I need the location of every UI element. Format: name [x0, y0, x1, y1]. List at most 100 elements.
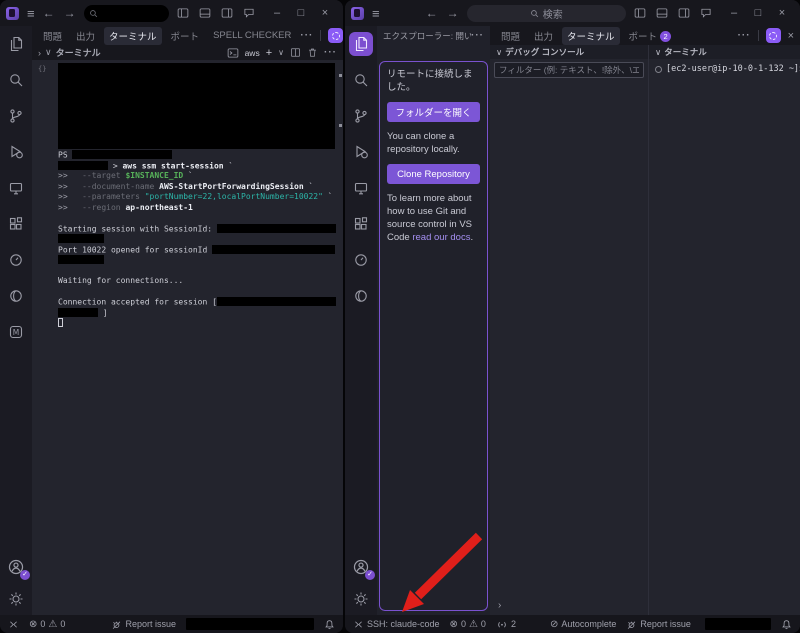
menu-icon[interactable]: ≡	[27, 6, 35, 21]
terminal-line	[58, 266, 337, 277]
remote-explorer-icon[interactable]	[4, 176, 28, 200]
warning-icon: ⚠	[469, 619, 478, 630]
screencast-chip-icon[interactable]	[328, 28, 343, 43]
tab-output[interactable]: 出力	[71, 27, 100, 45]
terminal-line	[58, 213, 337, 224]
redacted-text	[58, 255, 104, 264]
terminal-prompt-line[interactable]: [ec2-user@ip-10-0-1-132 ~]$	[649, 59, 800, 74]
terminal-section-header: › ∨ ターミナル aws + ∨ ···	[32, 45, 343, 60]
back-icon[interactable]: ←	[43, 6, 55, 20]
remote-indicator[interactable]: SSH: claude-code	[353, 619, 440, 630]
terminal-line: >> --document-name AWS-StartPortForwardi…	[58, 182, 337, 193]
layout-sidebar-left-icon[interactable]	[177, 7, 189, 19]
debug-filter-input[interactable]	[494, 62, 644, 78]
terminal-dropdown-icon[interactable]: ∨	[278, 48, 284, 57]
layout-sidebar-left-icon[interactable]	[634, 7, 646, 19]
source-control-icon[interactable]	[349, 104, 373, 128]
terminal-more-icon[interactable]: ···	[324, 47, 337, 58]
terminal-pane-header[interactable]: ∨ ターミナル	[649, 45, 800, 59]
tab-ports[interactable]: ポート2	[624, 27, 677, 45]
chat-icon[interactable]	[700, 7, 712, 19]
settings-gear-icon[interactable]	[349, 587, 373, 611]
search-icon[interactable]	[4, 68, 28, 92]
extensions-icon[interactable]	[349, 212, 373, 236]
maximize-button[interactable]: □	[746, 7, 770, 19]
more-actions-icon[interactable]: ···	[738, 30, 751, 41]
report-issue-status[interactable]: Report issue	[626, 619, 691, 630]
sidebar-more-icon[interactable]: ···	[471, 30, 484, 41]
minimize-button[interactable]: –	[265, 7, 289, 19]
remote-explorer-icon[interactable]	[349, 176, 373, 200]
split-terminal-icon[interactable]	[290, 47, 301, 58]
explorer-icon[interactable]	[4, 32, 28, 56]
debug-input-chevron[interactable]: ›	[498, 600, 501, 611]
maximize-button[interactable]: □	[289, 7, 313, 19]
close-button[interactable]: ×	[313, 7, 337, 19]
app-icon[interactable]	[351, 7, 364, 20]
forward-icon[interactable]: →	[64, 6, 76, 20]
tab-ports[interactable]: ポート	[166, 27, 205, 45]
kill-terminal-trash-icon[interactable]	[307, 47, 318, 58]
chevron-down-icon[interactable]: ∨	[45, 47, 52, 58]
terminal-profile-icon[interactable]	[227, 47, 239, 59]
notifications-status[interactable]	[324, 619, 335, 630]
command-center-search[interactable]	[84, 5, 169, 22]
terminal-line: > aws ssm start-session `	[58, 161, 337, 172]
screencast-chip-icon[interactable]	[766, 28, 781, 43]
read-our-docs-link[interactable]: read our docs	[412, 232, 470, 243]
minimize-button[interactable]: –	[722, 7, 746, 19]
search-icon[interactable]	[349, 68, 373, 92]
command-center-search[interactable]: 検索	[467, 5, 626, 22]
chat-icon[interactable]	[243, 7, 255, 19]
tab-terminal[interactable]: ターミナル	[562, 27, 620, 45]
back-icon[interactable]: ←	[426, 6, 438, 20]
explorer-icon[interactable]	[349, 32, 373, 56]
notifications-status[interactable]	[781, 619, 792, 630]
layout-panel-icon[interactable]	[199, 7, 211, 19]
autocomplete-status[interactable]: ⊘ Autocomplete	[550, 619, 616, 630]
terminal-output[interactable]: {} PS > aws ssm start-session `>> --targ…	[32, 60, 343, 615]
tab-output[interactable]: 出力	[529, 27, 558, 45]
spiral-icon[interactable]	[4, 284, 28, 308]
layout-sidebar-right-icon[interactable]	[678, 7, 690, 19]
terminal-line	[58, 287, 337, 298]
report-issue-status[interactable]: Report issue	[111, 619, 176, 630]
tab-problems[interactable]: 問題	[496, 27, 525, 45]
app-icon[interactable]	[6, 7, 19, 20]
svg-text:M: M	[13, 328, 19, 337]
layout-panel-icon[interactable]	[656, 7, 668, 19]
close-button[interactable]: ×	[770, 7, 794, 19]
tab-problems[interactable]: 問題	[38, 27, 67, 45]
forward-icon[interactable]: →	[447, 6, 459, 20]
broadcast-icon	[496, 618, 508, 630]
remote-indicator[interactable]	[8, 619, 19, 630]
redacted-text	[217, 297, 336, 306]
menu-icon[interactable]: ≡	[372, 6, 380, 21]
clone-repository-button[interactable]: Clone Repository	[387, 164, 480, 184]
chevron-right-icon[interactable]: ›	[38, 48, 41, 58]
extension-m-icon[interactable]: M	[4, 320, 28, 344]
new-terminal-icon[interactable]: +	[266, 47, 272, 59]
layout-sidebar-right-icon[interactable]	[221, 7, 233, 19]
problems-status[interactable]: ⊗0 ⚠0	[29, 619, 65, 630]
tab-terminal[interactable]: ターミナル	[104, 27, 162, 45]
run-debug-icon[interactable]	[4, 140, 28, 164]
account-badge-icon: ✓	[20, 570, 30, 580]
history-circle-icon[interactable]	[4, 248, 28, 272]
history-circle-icon[interactable]	[349, 248, 373, 272]
account-icon[interactable]: ✓	[4, 555, 28, 579]
open-folder-button[interactable]: フォルダーを開く	[387, 102, 480, 122]
problems-status[interactable]: ⊗0 ⚠0	[450, 619, 486, 630]
forwarded-ports-status[interactable]: 2	[496, 618, 516, 630]
remote-icon	[8, 619, 19, 630]
spiral-icon[interactable]	[349, 284, 373, 308]
account-icon[interactable]: ✓	[349, 555, 373, 579]
extensions-icon[interactable]	[4, 212, 28, 236]
settings-gear-icon[interactable]	[4, 587, 28, 611]
close-panel-icon[interactable]: ×	[788, 30, 794, 42]
run-debug-icon[interactable]	[349, 140, 373, 164]
debug-console-header[interactable]: ∨ デバッグ コンソール	[490, 45, 648, 59]
tab-spell-checker[interactable]: SPELL CHECKER	[208, 28, 296, 43]
source-control-icon[interactable]	[4, 104, 28, 128]
more-actions-icon[interactable]: ···	[300, 30, 313, 41]
